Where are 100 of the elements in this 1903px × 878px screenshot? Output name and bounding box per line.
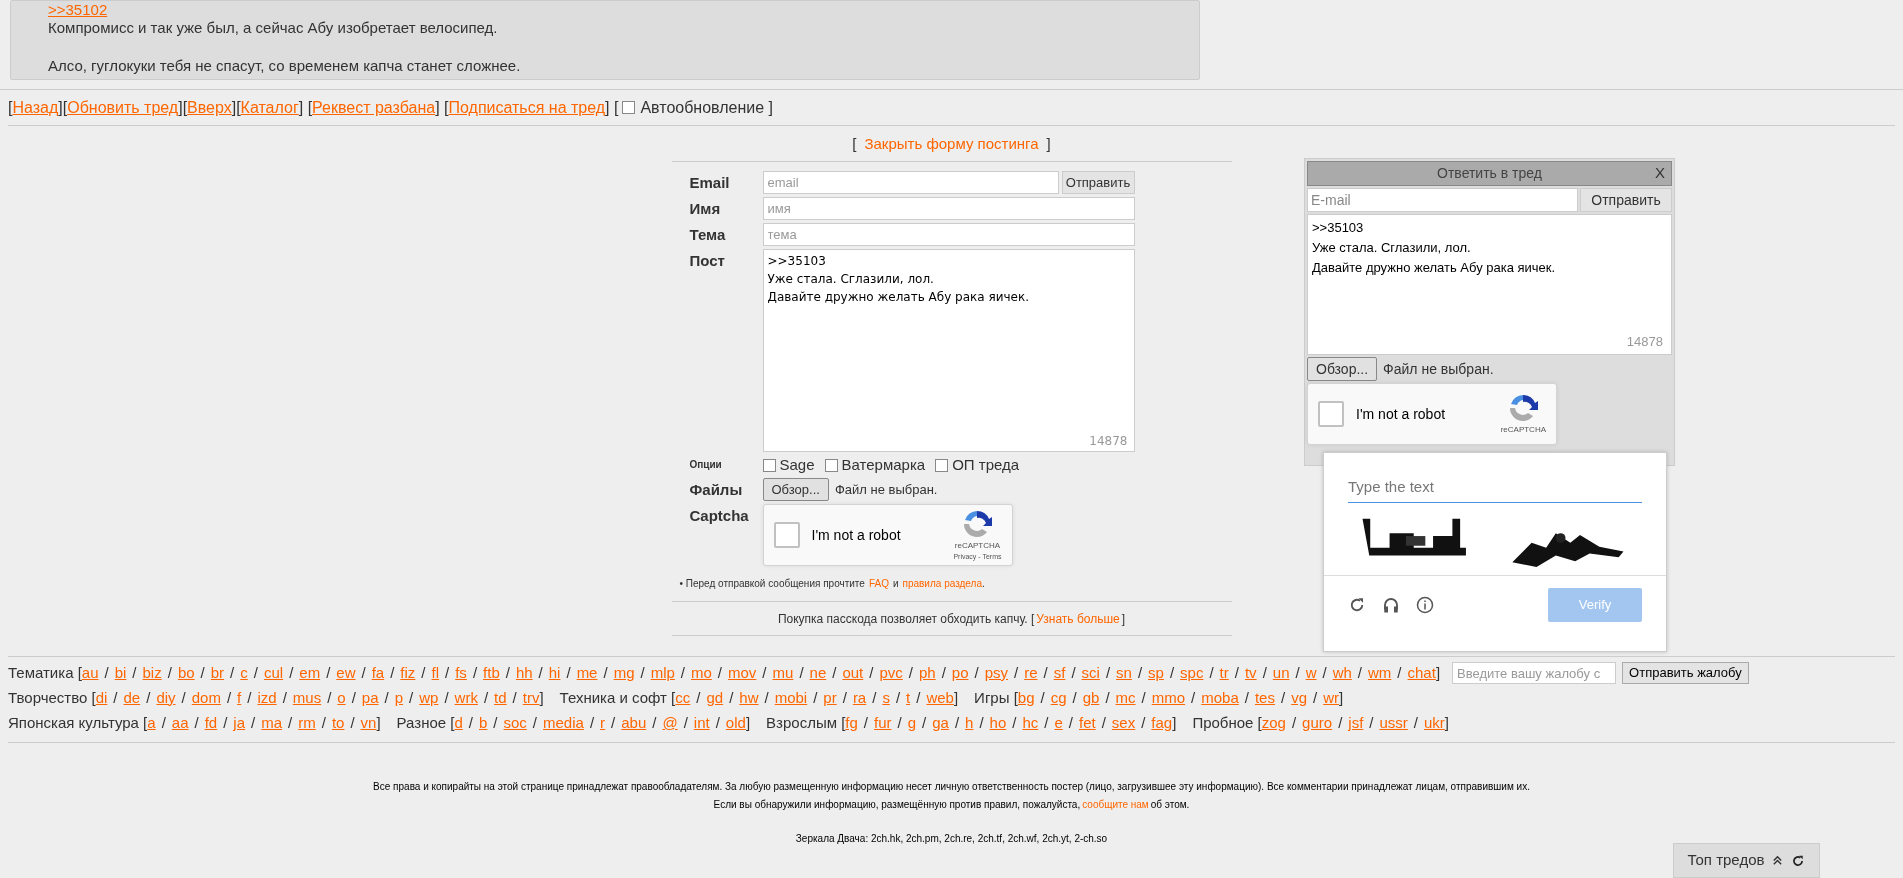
board-link[interactable]: wp xyxy=(419,686,439,710)
board-link[interactable]: @ xyxy=(662,711,678,735)
board-link[interactable]: mus xyxy=(292,686,322,710)
board-link[interactable]: fag xyxy=(1151,711,1173,735)
board-link[interactable]: cul xyxy=(263,661,284,685)
board-link[interactable]: d xyxy=(454,711,463,735)
board-link[interactable]: old xyxy=(725,711,746,735)
headphones-icon[interactable] xyxy=(1382,595,1400,614)
board-link[interactable]: ne xyxy=(809,661,827,685)
nav-link[interactable]: Реквест разбана xyxy=(312,95,436,120)
board-link[interactable]: gd xyxy=(706,686,724,710)
board-link[interactable]: guro xyxy=(1302,711,1333,735)
board-link[interactable]: mo xyxy=(691,661,712,685)
info-icon[interactable] xyxy=(1416,595,1434,614)
board-link[interactable]: fg xyxy=(845,711,858,735)
submit-button[interactable]: Отправить xyxy=(1061,171,1135,194)
board-link[interactable]: sp xyxy=(1148,661,1164,685)
top-threads-button[interactable]: Топ тредов xyxy=(1673,843,1820,878)
verify-button[interactable]: Verify xyxy=(1548,587,1642,622)
browse-button[interactable]: Обзор... xyxy=(762,478,829,501)
checkbox[interactable] xyxy=(824,458,838,472)
board-link[interactable]: wm xyxy=(1368,661,1392,685)
board-link[interactable]: me xyxy=(576,661,598,685)
board-link[interactable]: fl xyxy=(431,661,440,685)
board-link[interactable]: sn xyxy=(1116,661,1132,685)
nav-link[interactable]: Вверх xyxy=(187,95,232,120)
board-link[interactable]: tes xyxy=(1254,686,1275,710)
checkbox[interactable] xyxy=(1318,401,1344,427)
board-link[interactable]: ra xyxy=(852,686,867,710)
board-link[interactable]: r xyxy=(600,711,606,735)
board-link[interactable]: biz xyxy=(142,661,162,685)
board-link[interactable]: bg xyxy=(1017,686,1035,710)
board-link[interactable]: diy xyxy=(156,686,176,710)
board-link[interactable]: td xyxy=(494,686,507,710)
post-textarea[interactable]: >>35103 Уже стала. Сглазили, лол. Давайте дружно желать Абу рака яичек. 14878 xyxy=(1307,214,1672,355)
board-link[interactable]: mg xyxy=(613,661,635,685)
board-link[interactable]: sf xyxy=(1053,661,1066,685)
board-link[interactable]: c xyxy=(240,661,248,685)
board-link[interactable]: br xyxy=(210,661,225,685)
board-link[interactable]: bi xyxy=(114,661,127,685)
board-link[interactable]: sci xyxy=(1081,661,1100,685)
board-link[interactable]: web xyxy=(926,686,954,710)
board-link[interactable]: int xyxy=(693,711,710,735)
input-field[interactable]: email xyxy=(762,171,1059,194)
board-link[interactable]: rm xyxy=(298,711,316,735)
board-link[interactable]: ftb xyxy=(483,661,500,685)
board-link[interactable]: fa xyxy=(371,661,385,685)
board-link[interactable]: chat xyxy=(1407,661,1436,685)
board-link[interactable]: re xyxy=(1024,661,1038,685)
submit-button[interactable]: Отправить xyxy=(1580,188,1672,212)
board-link[interactable]: cg xyxy=(1050,686,1067,710)
board-link[interactable]: ma xyxy=(261,711,283,735)
board-link[interactable]: hh xyxy=(515,661,533,685)
board-link[interactable]: fiz xyxy=(400,661,416,685)
board-link[interactable]: sex xyxy=(1111,711,1136,735)
link[interactable]: Узнать больше xyxy=(1036,610,1120,628)
close-form-link[interactable]: Закрыть форму постинга xyxy=(864,132,1039,156)
board-link[interactable]: mlp xyxy=(650,661,675,685)
board-link[interactable]: out xyxy=(842,661,864,685)
board-link[interactable]: wh xyxy=(1332,661,1352,685)
board-link[interactable]: vg xyxy=(1291,686,1307,710)
board-link[interactable]: po xyxy=(951,661,969,685)
board-link[interactable]: tv xyxy=(1244,661,1257,685)
board-link[interactable]: ho xyxy=(989,711,1007,735)
input-field[interactable]: тема xyxy=(762,223,1135,246)
board-link[interactable]: w xyxy=(1305,661,1317,685)
board-link[interactable]: spc xyxy=(1180,661,1204,685)
board-link[interactable]: s xyxy=(882,686,890,710)
board-link[interactable]: ussr xyxy=(1379,711,1408,735)
board-link[interactable]: izd xyxy=(257,686,277,710)
board-link[interactable]: moba xyxy=(1201,686,1239,710)
board-link[interactable]: psy xyxy=(984,661,1008,685)
board-link[interactable]: pvc xyxy=(879,661,903,685)
board-link[interactable]: ja xyxy=(233,711,246,735)
board-link[interactable]: soc xyxy=(503,711,527,735)
board-link[interactable]: cc xyxy=(675,686,691,710)
board-link[interactable]: p xyxy=(394,686,404,710)
board-link[interactable]: wrk xyxy=(454,686,478,710)
board-link[interactable]: bo xyxy=(177,661,195,685)
board-link[interactable]: a xyxy=(147,711,156,735)
board-link[interactable]: mobi xyxy=(774,686,808,710)
nav-link[interactable]: Подписаться на тред xyxy=(448,95,606,120)
link[interactable]: FAQ xyxy=(868,576,889,591)
board-link[interactable]: de xyxy=(123,686,141,710)
board-link[interactable]: gb xyxy=(1082,686,1100,710)
board-link[interactable]: hw xyxy=(739,686,759,710)
board-link[interactable]: fet xyxy=(1078,711,1096,735)
nav-link[interactable]: Назад xyxy=(12,95,59,120)
board-link[interactable]: mc xyxy=(1115,686,1136,710)
reply-link[interactable]: >>35102 xyxy=(48,1,1162,19)
refresh-icon[interactable] xyxy=(1348,595,1366,614)
board-link[interactable]: mov xyxy=(728,661,757,685)
board-link[interactable]: mmo xyxy=(1151,686,1186,710)
board-link[interactable]: b xyxy=(479,711,488,735)
board-link[interactable]: hc xyxy=(1022,711,1039,735)
board-link[interactable]: dom xyxy=(191,686,221,710)
link[interactable]: сообщите нам xyxy=(1082,797,1149,812)
send-complaint-button[interactable]: Отправить жалобу xyxy=(1622,662,1749,684)
browse-button[interactable]: Обзор... xyxy=(1307,357,1378,381)
board-link[interactable]: fs xyxy=(455,661,467,685)
